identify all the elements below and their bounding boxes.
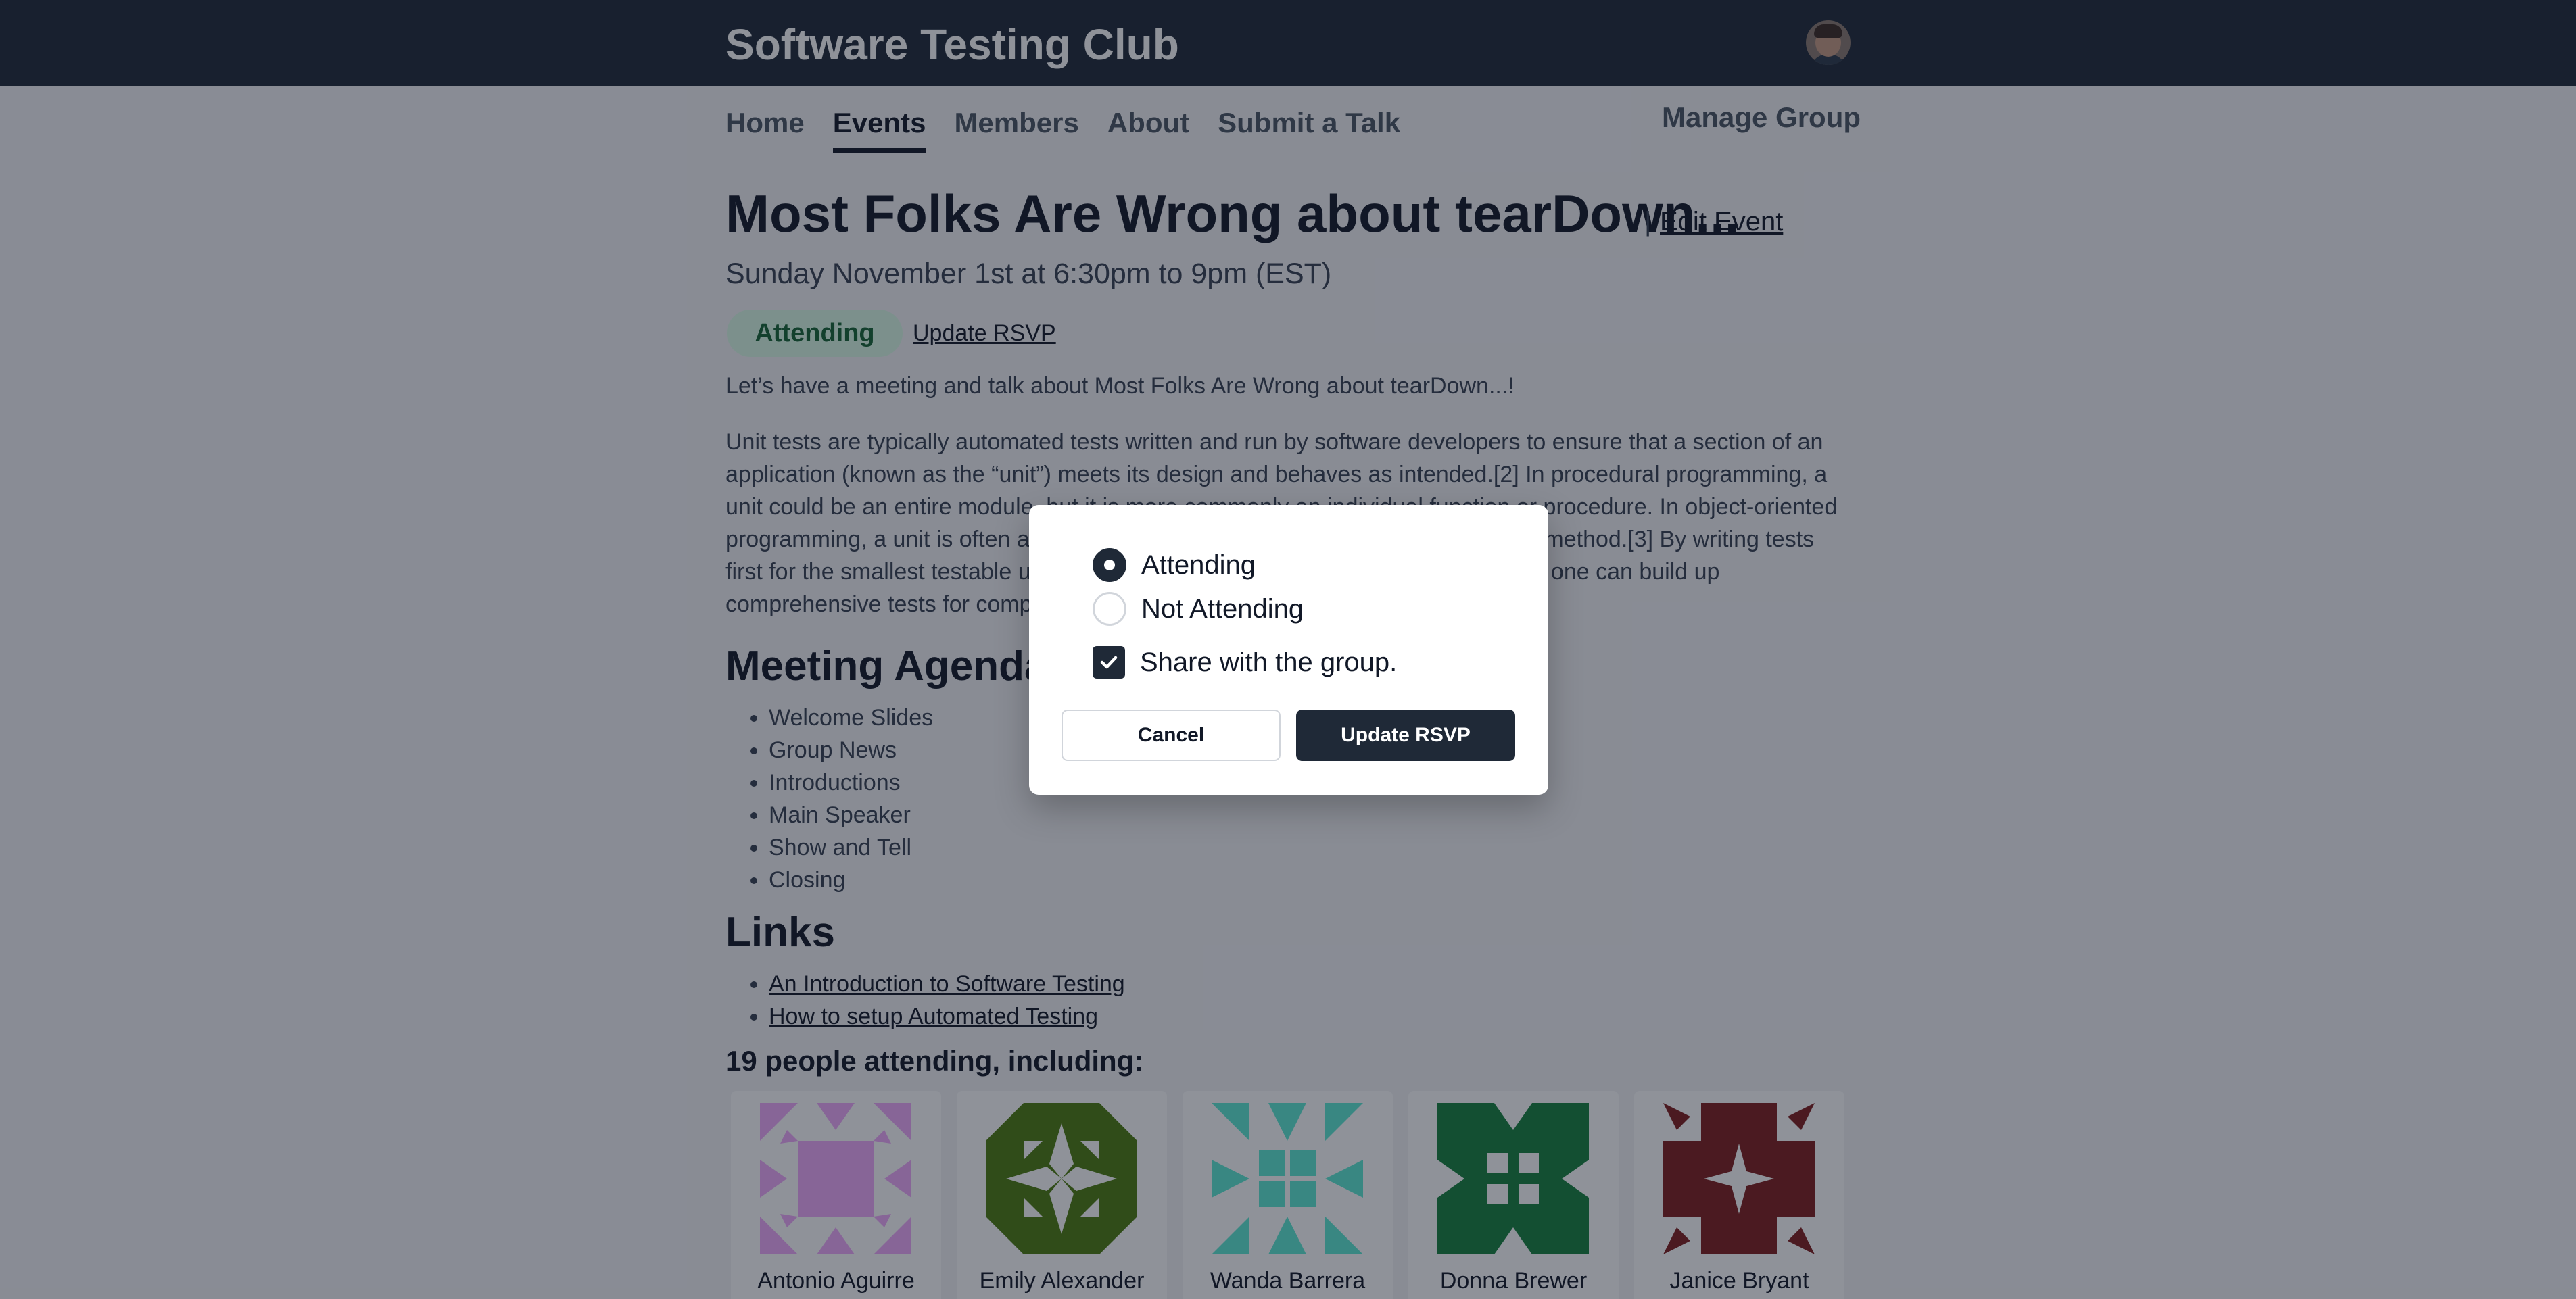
share-checkbox[interactable] [1093,646,1125,679]
update-rsvp-button[interactable]: Update RSVP [1296,710,1515,761]
not-attending-radio[interactable] [1093,592,1126,626]
not-attending-label: Not Attending [1141,594,1304,624]
attending-label: Attending [1141,550,1256,580]
option-not-attending[interactable]: Not Attending [1093,590,1304,628]
attending-radio[interactable] [1093,548,1126,582]
option-attending[interactable]: Attending [1093,546,1256,584]
cancel-button[interactable]: Cancel [1062,710,1281,761]
rsvp-modal: Attending Not Attending Share with the g… [1029,505,1548,795]
checkmark-icon [1100,656,1118,669]
share-label: Share with the group. [1140,647,1398,677]
share-option[interactable]: Share with the group. [1093,643,1397,681]
